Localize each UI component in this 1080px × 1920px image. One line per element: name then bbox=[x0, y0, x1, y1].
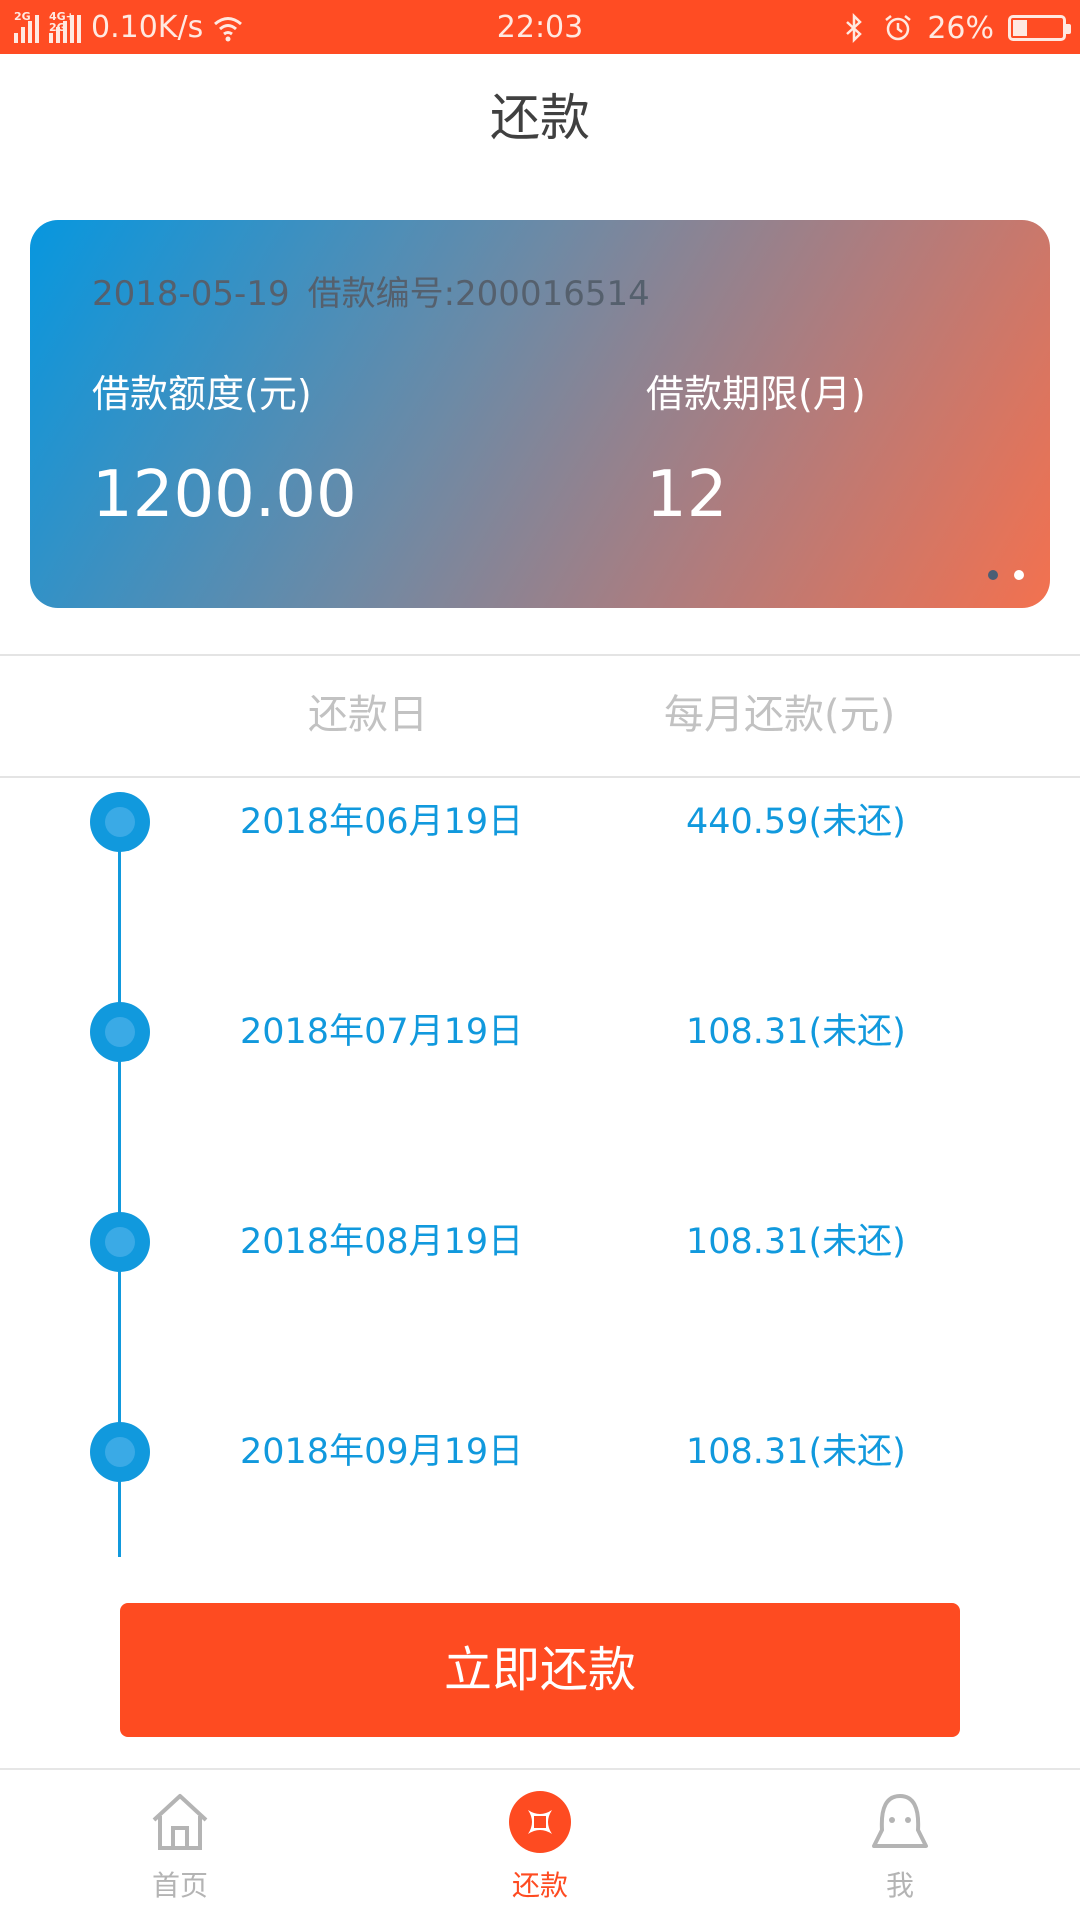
repayment-row[interactable]: 2018年06月19日 440.59(未还) bbox=[0, 792, 1080, 852]
card-page-indicator bbox=[988, 570, 1024, 580]
alarm-icon bbox=[885, 15, 912, 41]
repayment-row[interactable]: 2018年07月19日 108.31(未还) bbox=[0, 1002, 1080, 1062]
nav-label-me: 我 bbox=[885, 1869, 914, 1902]
divider bbox=[0, 654, 1080, 656]
home-icon bbox=[152, 1794, 208, 1850]
loan-meta: 2018-05-19 借款编号:200016514 bbox=[92, 270, 650, 318]
loan-card[interactable]: 2018-05-19 借款编号:200016514 借款额度(元) 1200.00… bbox=[30, 220, 1050, 608]
timeline-dot bbox=[90, 1212, 150, 1272]
nav-item-repay[interactable]: 还款 bbox=[440, 1770, 640, 1920]
repayment-amount: 108.31(未还) bbox=[686, 1222, 906, 1262]
timeline-dot bbox=[90, 1422, 150, 1482]
repayment-date: 2018年06月19日 bbox=[240, 802, 524, 842]
user-icon bbox=[872, 1794, 928, 1848]
nav-item-me[interactable]: 我 bbox=[800, 1770, 1000, 1920]
loan-date: 2018-05-19 bbox=[92, 274, 290, 314]
repayment-date: 2018年09月19日 bbox=[240, 1432, 524, 1472]
repayment-date: 2018年08月19日 bbox=[240, 1222, 524, 1262]
loan-term-label: 借款期限(月) bbox=[646, 372, 866, 416]
loan-amount-value: 1200.00 bbox=[92, 458, 357, 532]
loan-amount-label: 借款额度(元) bbox=[92, 372, 312, 416]
battery-percent: 26% bbox=[927, 10, 994, 46]
page-dot bbox=[988, 570, 998, 580]
timeline-dot bbox=[90, 1002, 150, 1062]
status-right: 26% bbox=[839, 8, 1071, 48]
repayment-row[interactable]: 2018年09月19日 108.31(未还) bbox=[0, 1422, 1080, 1482]
repayment-amount: 108.31(未还) bbox=[686, 1012, 906, 1052]
nav-item-home[interactable]: 首页 bbox=[80, 1770, 280, 1920]
repayment-date: 2018年07月19日 bbox=[240, 1012, 524, 1052]
nav-label-repay: 还款 bbox=[511, 1869, 568, 1902]
timeline-dot bbox=[90, 792, 150, 852]
column-header-date: 还款日 bbox=[308, 692, 428, 738]
bottom-nav: 首页 还款 我 bbox=[0, 1768, 1080, 1920]
page-dot-active bbox=[1014, 570, 1024, 580]
battery-icon bbox=[1008, 15, 1071, 41]
repay-icon bbox=[509, 1791, 571, 1853]
divider bbox=[0, 776, 1080, 778]
loan-term-value: 12 bbox=[646, 458, 728, 532]
repay-now-button[interactable]: 立即还款 bbox=[120, 1603, 960, 1737]
repayment-amount: 440.59(未还) bbox=[686, 802, 906, 842]
repayment-row[interactable]: 2018年08月19日 108.31(未还) bbox=[0, 1212, 1080, 1272]
nav-label-home: 首页 bbox=[151, 1869, 208, 1902]
page-title: 还款 bbox=[490, 89, 590, 147]
bluetooth-icon bbox=[846, 13, 863, 43]
loan-number: 借款编号:200016514 bbox=[307, 274, 650, 314]
status-bar: 2G 4G+ 2G 0.10K/s 22:03 26% bbox=[0, 0, 1080, 54]
repayment-amount: 108.31(未还) bbox=[686, 1432, 906, 1472]
column-header-amount: 每月还款(元) bbox=[664, 692, 896, 738]
